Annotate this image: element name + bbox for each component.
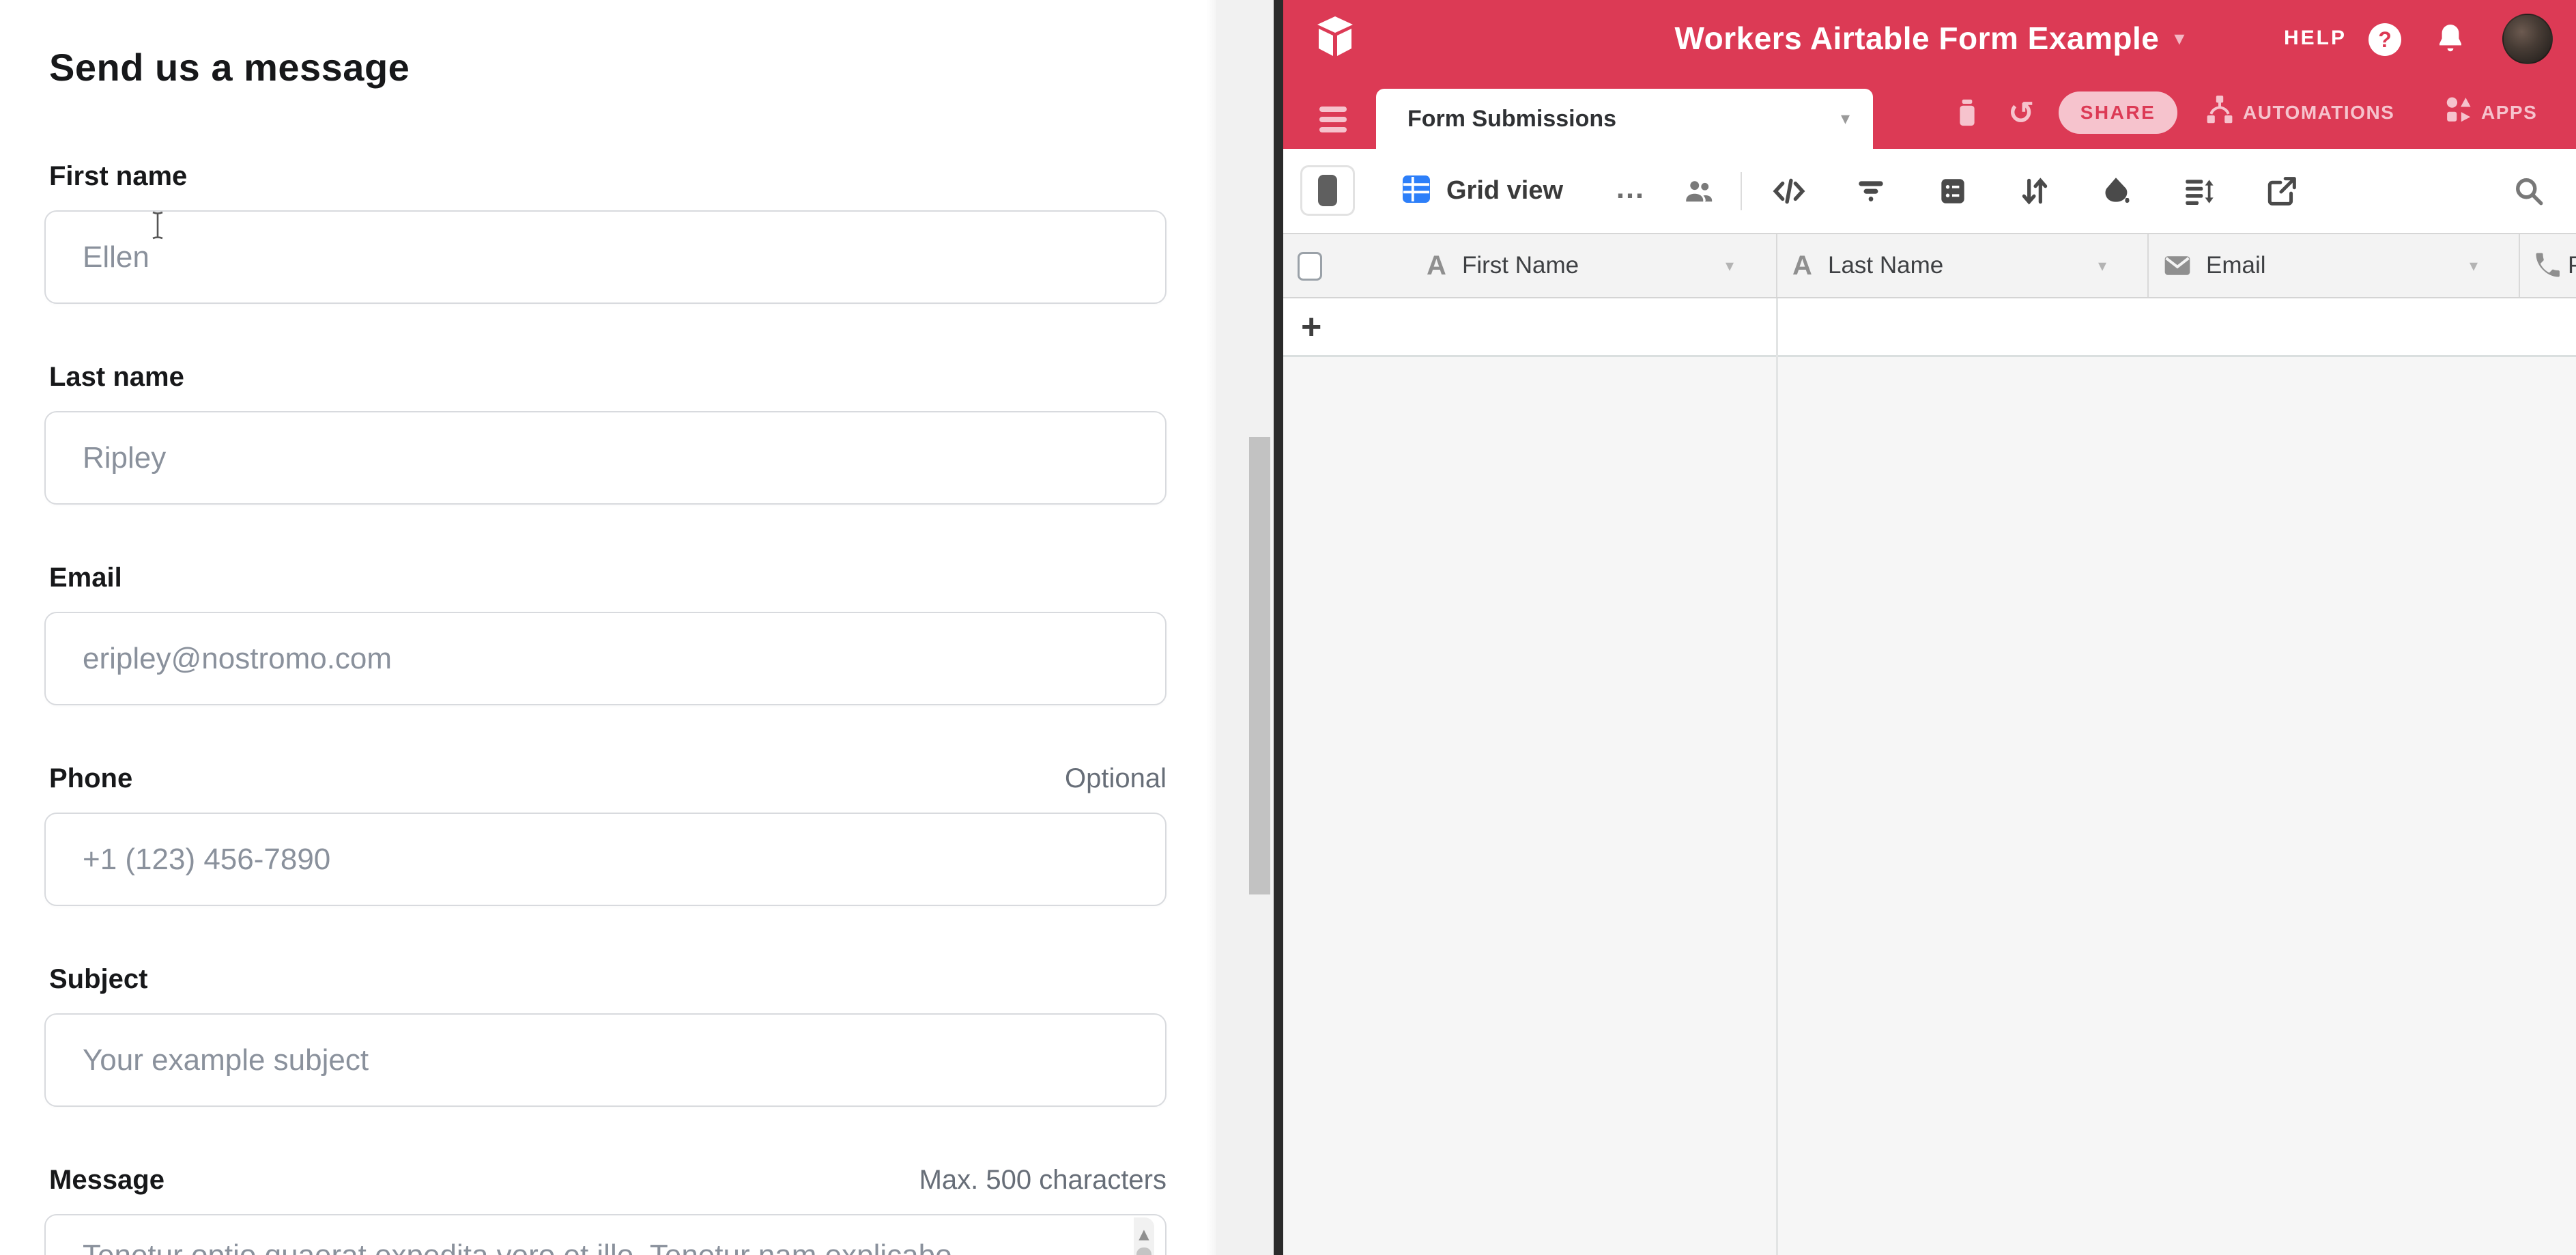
automations-label: AUTOMATIONS [2243, 102, 2394, 124]
text-field-type-icon: A [1427, 234, 1446, 297]
column-caret-icon[interactable]: ▾ [2098, 234, 2106, 297]
group-icon[interactable] [1936, 149, 1970, 233]
help-question-icon[interactable]: ? [2369, 23, 2401, 56]
view-toolbar: Grid view … [1283, 149, 2576, 233]
text-field-type-icon: A [1792, 234, 1812, 297]
column-divider[interactable] [1776, 234, 1777, 297]
share-view-icon[interactable] [2265, 149, 2299, 233]
column-last-name[interactable]: Last Name [1828, 234, 1943, 297]
last-name-input[interactable] [44, 411, 1167, 505]
grid-header-row: A First Name ▾ A Last Name ▾ Email ▾ [1283, 233, 2576, 298]
grid-view-icon [1400, 173, 1433, 209]
help-button[interactable]: HELP [2284, 0, 2347, 76]
tab-form-submissions[interactable]: Form Submissions ▾ [1376, 89, 1873, 149]
automations-icon [2203, 94, 2236, 132]
history-icon[interactable]: ↺ [2008, 76, 2035, 149]
tab-caret-icon: ▾ [1841, 109, 1850, 129]
column-divider[interactable] [2519, 234, 2520, 297]
phone-optional-hint: Optional [1065, 763, 1167, 794]
column-email[interactable]: Email [2206, 234, 2266, 297]
view-switcher[interactable]: Grid view [1400, 149, 1563, 233]
apps-button[interactable]: APPS [2443, 76, 2537, 149]
scroll-up-arrow-icon[interactable]: ▲ [1134, 1226, 1154, 1242]
subject-input[interactable] [44, 1013, 1167, 1107]
table-menu-icon[interactable] [1319, 107, 1347, 137]
text-cursor-icon [149, 210, 167, 244]
view-options-ellipsis[interactable]: … [1615, 149, 1646, 228]
first-name-label: First name [49, 161, 187, 192]
search-icon[interactable] [2512, 149, 2546, 233]
message-label: Message [49, 1165, 164, 1196]
message-text: Tenetur optio quaerat expedita vero et i… [83, 1237, 1093, 1255]
add-row[interactable]: + [1283, 298, 2576, 357]
apps-label: APPS [2481, 102, 2537, 124]
add-row-plus-icon[interactable]: + [1301, 298, 1321, 356]
first-name-input[interactable] [44, 210, 1167, 304]
email-field-type-icon [2162, 234, 2192, 297]
email-label: Email [49, 563, 122, 593]
user-avatar[interactable] [2502, 14, 2553, 64]
window-edge [1274, 0, 1283, 1255]
share-button[interactable]: SHARE [2059, 91, 2177, 134]
view-name: Grid view [1446, 176, 1563, 206]
collaborators-icon[interactable] [1682, 149, 1716, 233]
base-title-caret-icon[interactable]: ▾ [2174, 27, 2184, 51]
select-all-checkbox[interactable] [1298, 252, 1322, 281]
airtable-tabbar: Form Submissions ▾ ↺ SHARE [1283, 76, 2576, 149]
column-phone-truncated[interactable]: P [2568, 234, 2576, 297]
phone-field-type-icon [2532, 234, 2562, 297]
email-input[interactable] [44, 612, 1167, 705]
textarea-scroll-thumb[interactable] [1136, 1247, 1151, 1255]
automations-button[interactable]: AUTOMATIONS [2203, 76, 2394, 149]
subject-label: Subject [49, 964, 147, 995]
airtable-pane: Workers Airtable Form Example ▾ HELP ? F… [1283, 0, 2576, 1255]
page-title: Send us a message [49, 45, 410, 89]
sort-icon[interactable] [2018, 149, 2052, 233]
page-scrollbar-thumb[interactable] [1249, 437, 1270, 894]
screen: Send us a message First name Last name E… [0, 0, 2576, 1255]
column-caret-icon[interactable]: ▾ [1726, 234, 1734, 297]
notifications-bell-icon[interactable] [2434, 22, 2467, 61]
column-first-name[interactable]: First Name [1462, 234, 1579, 297]
column-caret-icon[interactable]: ▾ [2470, 234, 2478, 297]
phone-label: Phone [49, 763, 132, 794]
toolbar-divider [1741, 172, 1742, 210]
column-divider[interactable] [2147, 234, 2149, 297]
row-height-icon[interactable] [2181, 149, 2216, 233]
message-max-hint: Max. 500 characters [919, 1165, 1167, 1196]
hide-fields-icon[interactable] [1772, 149, 1806, 233]
tab-label: Form Submissions [1407, 106, 1841, 132]
page-gutter [1216, 0, 1274, 1255]
message-textarea[interactable]: Tenetur optio quaerat expedita vero et i… [44, 1214, 1167, 1255]
filter-icon[interactable] [1854, 149, 1888, 233]
last-name-label: Last name [49, 362, 184, 393]
contact-form-pane: Send us a message First name Last name E… [0, 0, 1216, 1255]
apps-icon [2443, 94, 2474, 132]
textarea-scrollbar[interactable]: ▲ [1134, 1217, 1154, 1255]
airtable-topbar: Workers Airtable Form Example ▾ HELP ? [1283, 0, 2576, 76]
grid-column-line [1776, 298, 1778, 1255]
color-icon[interactable] [2100, 149, 2134, 233]
phone-input[interactable] [44, 813, 1167, 906]
sidebar-toggle-button[interactable] [1300, 165, 1355, 216]
base-title[interactable]: Workers Airtable Form Example [1675, 20, 2160, 57]
trash-icon[interactable] [1952, 76, 1982, 149]
